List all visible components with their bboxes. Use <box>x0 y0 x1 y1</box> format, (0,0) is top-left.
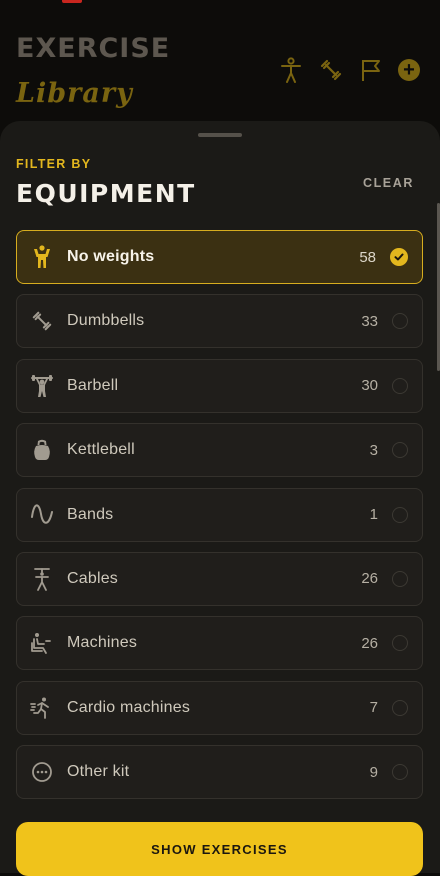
option-count: 9 <box>369 763 378 781</box>
clear-button[interactable]: CLEAR <box>363 176 414 190</box>
person-icon[interactable] <box>278 57 304 83</box>
equipment-option-cables[interactable]: Cables 26 <box>16 551 423 606</box>
option-count: 33 <box>361 312 378 330</box>
machine-icon <box>17 631 67 655</box>
radio-unchecked <box>392 442 408 459</box>
radio-unchecked <box>392 506 408 523</box>
page-title-line1: EXERCISE <box>16 33 171 64</box>
bodyweight-icon <box>17 245 67 269</box>
option-count: 26 <box>361 634 378 652</box>
flag-icon[interactable] <box>358 57 384 83</box>
equipment-option-kettlebell[interactable]: Kettlebell 3 <box>16 423 423 478</box>
equipment-option-dumbbells[interactable]: Dumbbells 33 <box>16 294 423 349</box>
checked-icon <box>390 248 408 266</box>
option-label: Bands <box>67 505 114 523</box>
page-title-line2: Library <box>16 78 133 109</box>
sheet-drag-handle[interactable] <box>198 133 242 137</box>
option-count: 30 <box>361 377 378 395</box>
option-label: Barbell <box>67 376 119 394</box>
radio-unchecked <box>392 635 408 652</box>
equipment-option-barbell[interactable]: Barbell 30 <box>16 358 423 413</box>
radio-unchecked <box>392 699 408 716</box>
equipment-filter-sheet: FILTER BY EQUIPMENT CLEAR No weights 58 <box>0 121 440 876</box>
dumbbell-icon[interactable] <box>318 57 344 83</box>
cable-icon <box>17 567 67 591</box>
barbell-icon <box>17 374 67 398</box>
option-label: No weights <box>67 248 155 265</box>
sheet-overline: FILTER BY <box>16 157 92 171</box>
kettlebell-icon <box>17 439 67 461</box>
show-exercises-button[interactable]: SHOW EXERCISES <box>16 822 423 876</box>
option-count: 26 <box>361 570 378 588</box>
radio-unchecked <box>392 570 408 587</box>
equipment-option-machines[interactable]: Machines 26 <box>16 616 423 671</box>
dumbbell-icon <box>17 310 67 332</box>
option-count: 58 <box>359 248 376 266</box>
radio-unchecked <box>392 377 408 394</box>
header-actions: + <box>278 57 420 83</box>
radio-unchecked <box>392 313 408 330</box>
equipment-list: No weights 58 Dumbbells 33 Barbell 30 Ke… <box>16 230 423 810</box>
more-icon <box>17 761 67 783</box>
option-count: 3 <box>369 441 378 459</box>
sheet-title: EQUIPMENT <box>16 179 196 208</box>
cardio-icon <box>17 696 67 720</box>
option-count: 7 <box>369 699 378 717</box>
add-icon[interactable]: + <box>398 59 420 81</box>
equipment-option-cardio-machines[interactable]: Cardio machines 7 <box>16 680 423 735</box>
equipment-option-other-kit[interactable]: Other kit 9 <box>16 745 423 800</box>
option-label: Cardio machines <box>67 698 191 716</box>
equipment-option-bands[interactable]: Bands 1 <box>16 487 423 542</box>
option-label: Machines <box>67 634 138 652</box>
radio-unchecked <box>392 764 408 781</box>
option-label: Other kit <box>67 763 130 781</box>
option-label: Cables <box>67 569 119 587</box>
option-count: 1 <box>369 506 378 524</box>
status-tab-marker <box>62 0 82 3</box>
band-icon <box>17 503 67 526</box>
option-label: Kettlebell <box>67 441 135 459</box>
equipment-option-no-weights[interactable]: No weights 58 <box>16 230 423 284</box>
option-label: Dumbbells <box>67 312 145 330</box>
